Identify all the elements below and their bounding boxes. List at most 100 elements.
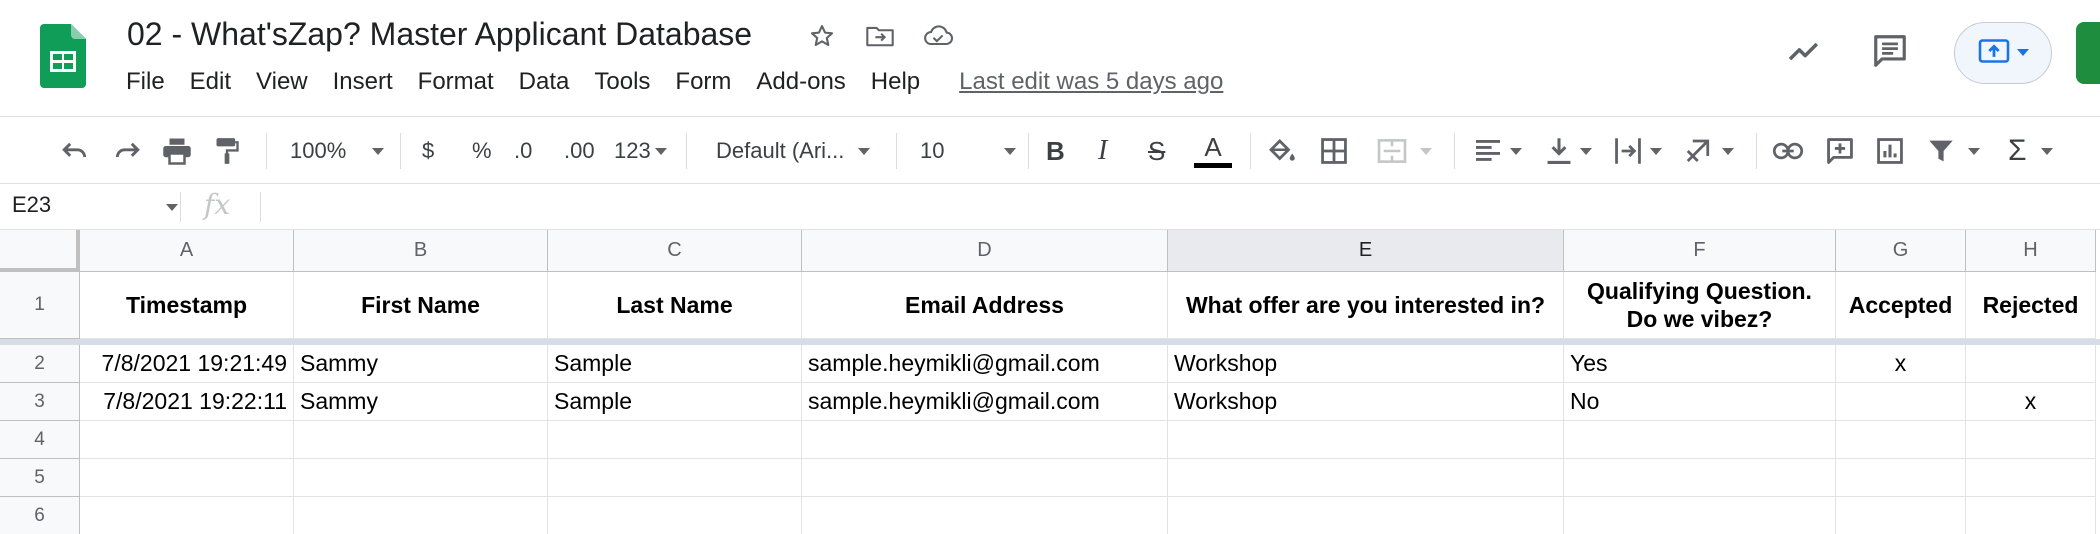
header-cell-first-name[interactable]: First Name <box>294 272 548 339</box>
filter-icon[interactable] <box>1928 117 1980 185</box>
column-header-c[interactable]: C <box>548 230 802 272</box>
formula-input[interactable] <box>276 190 2076 224</box>
text-wrapping-icon[interactable] <box>1614 117 1662 185</box>
undo-icon[interactable] <box>60 117 90 185</box>
table-cell[interactable]: Workshop <box>1168 383 1564 421</box>
table-cell[interactable] <box>1168 459 1564 497</box>
activity-trend-icon[interactable] <box>1782 29 1826 73</box>
table-cell[interactable] <box>1168 421 1564 459</box>
currency-format-button[interactable]: $ <box>422 117 434 185</box>
table-cell[interactable] <box>80 459 294 497</box>
table-cell[interactable]: sample.heymikli@gmail.com <box>802 383 1168 421</box>
column-header-h[interactable]: H <box>1966 230 2096 272</box>
table-cell[interactable] <box>1836 497 1966 534</box>
table-cell[interactable] <box>294 497 548 534</box>
select-all-corner[interactable] <box>0 230 80 272</box>
header-cell-email[interactable]: Email Address <box>802 272 1168 339</box>
header-cell-accepted[interactable]: Accepted <box>1836 272 1966 339</box>
cloud-saved-icon[interactable] <box>922 20 954 52</box>
paint-format-icon[interactable] <box>214 117 240 185</box>
table-cell[interactable]: 7/8/2021 19:21:49 <box>80 345 294 383</box>
column-header-g[interactable]: G <box>1836 230 1966 272</box>
header-cell-last-name[interactable]: Last Name <box>548 272 802 339</box>
table-cell[interactable]: sample.heymikli@gmail.com <box>802 345 1168 383</box>
print-icon[interactable] <box>162 117 192 185</box>
star-icon[interactable] <box>806 20 838 52</box>
table-cell[interactable] <box>80 421 294 459</box>
table-cell[interactable] <box>80 497 294 534</box>
table-cell[interactable]: x <box>1966 383 2096 421</box>
text-color-button[interactable]: A <box>1194 117 1232 185</box>
table-cell[interactable]: Sammy <box>294 345 548 383</box>
table-cell[interactable] <box>802 497 1168 534</box>
insert-chart-icon[interactable] <box>1876 117 1904 185</box>
menu-form[interactable]: Form <box>675 68 731 96</box>
zoom-select[interactable]: 100% <box>290 117 385 185</box>
more-formats-button[interactable]: 123 <box>614 117 667 185</box>
table-cell[interactable] <box>548 459 802 497</box>
functions-button[interactable]: Σ <box>2008 117 2053 185</box>
font-select[interactable]: Default (Ari... <box>716 117 871 185</box>
menu-file[interactable]: File <box>126 68 165 96</box>
menu-tools[interactable]: Tools <box>594 68 650 96</box>
table-cell[interactable]: x <box>1836 345 1966 383</box>
table-cell[interactable] <box>548 497 802 534</box>
share-button[interactable] <box>2076 22 2100 84</box>
table-cell[interactable] <box>1966 459 2096 497</box>
percent-format-button[interactable]: % <box>472 117 492 185</box>
table-cell[interactable] <box>1836 459 1966 497</box>
table-cell[interactable] <box>1966 421 2096 459</box>
table-cell[interactable] <box>548 421 802 459</box>
table-cell[interactable] <box>1966 345 2096 383</box>
bold-button[interactable]: B <box>1046 117 1065 185</box>
table-cell[interactable]: Sample <box>548 345 802 383</box>
vertical-align-icon[interactable] <box>1546 117 1592 185</box>
document-title[interactable]: 02 - What'sZap? Master Applicant Databas… <box>127 16 752 53</box>
italic-button[interactable]: I <box>1098 117 1107 185</box>
menu-view[interactable]: View <box>256 68 308 96</box>
strikethrough-button[interactable]: S <box>1148 117 1165 185</box>
table-cell[interactable] <box>802 459 1168 497</box>
menu-edit[interactable]: Edit <box>190 68 231 96</box>
redo-icon[interactable] <box>112 117 142 185</box>
column-header-e[interactable]: E <box>1168 230 1564 272</box>
header-cell-offer[interactable]: What offer are you interested in? <box>1168 272 1564 339</box>
row-header-2[interactable]: 2 <box>0 345 80 383</box>
table-cell[interactable]: Sample <box>548 383 802 421</box>
table-cell[interactable] <box>1168 497 1564 534</box>
borders-icon[interactable] <box>1320 117 1348 185</box>
name-box[interactable]: E23 <box>12 192 51 218</box>
table-cell[interactable]: Sammy <box>294 383 548 421</box>
column-header-f[interactable]: F <box>1564 230 1836 272</box>
move-to-folder-icon[interactable] <box>864 20 896 52</box>
menu-data[interactable]: Data <box>519 68 570 96</box>
menu-help[interactable]: Help <box>871 68 920 96</box>
table-cell[interactable]: Yes <box>1564 345 1836 383</box>
table-cell[interactable] <box>1966 497 2096 534</box>
table-cell[interactable] <box>1564 421 1836 459</box>
table-cell[interactable] <box>1836 383 1966 421</box>
menu-format[interactable]: Format <box>418 68 494 96</box>
row-header-6[interactable]: 6 <box>0 497 80 534</box>
text-rotation-icon[interactable] <box>1684 117 1734 185</box>
table-cell[interactable]: Workshop <box>1168 345 1564 383</box>
comments-icon[interactable] <box>1868 29 1912 73</box>
increase-decimal-button[interactable]: .00 <box>564 117 595 185</box>
header-cell-timestamp[interactable]: Timestamp <box>80 272 294 339</box>
insert-comment-icon[interactable] <box>1826 117 1854 185</box>
row-header-4[interactable]: 4 <box>0 421 80 459</box>
table-cell[interactable] <box>1836 421 1966 459</box>
decrease-decimal-button[interactable]: .0 <box>514 117 532 185</box>
header-cell-rejected[interactable]: Rejected <box>1966 272 2096 339</box>
menu-addons[interactable]: Add-ons <box>756 68 845 96</box>
column-header-b[interactable]: B <box>294 230 548 272</box>
font-size-select[interactable]: 10 <box>920 117 1017 185</box>
header-cell-qualifying-question[interactable]: Qualifying Question. Do we vibez? <box>1564 272 1836 339</box>
table-cell[interactable] <box>294 421 548 459</box>
insert-link-icon[interactable] <box>1772 117 1804 185</box>
horizontal-align-icon[interactable] <box>1474 117 1522 185</box>
sheets-logo-icon[interactable] <box>40 24 86 88</box>
row-header-1[interactable]: 1 <box>0 272 80 339</box>
present-button[interactable] <box>1954 22 2052 84</box>
column-header-a[interactable]: A <box>80 230 294 272</box>
